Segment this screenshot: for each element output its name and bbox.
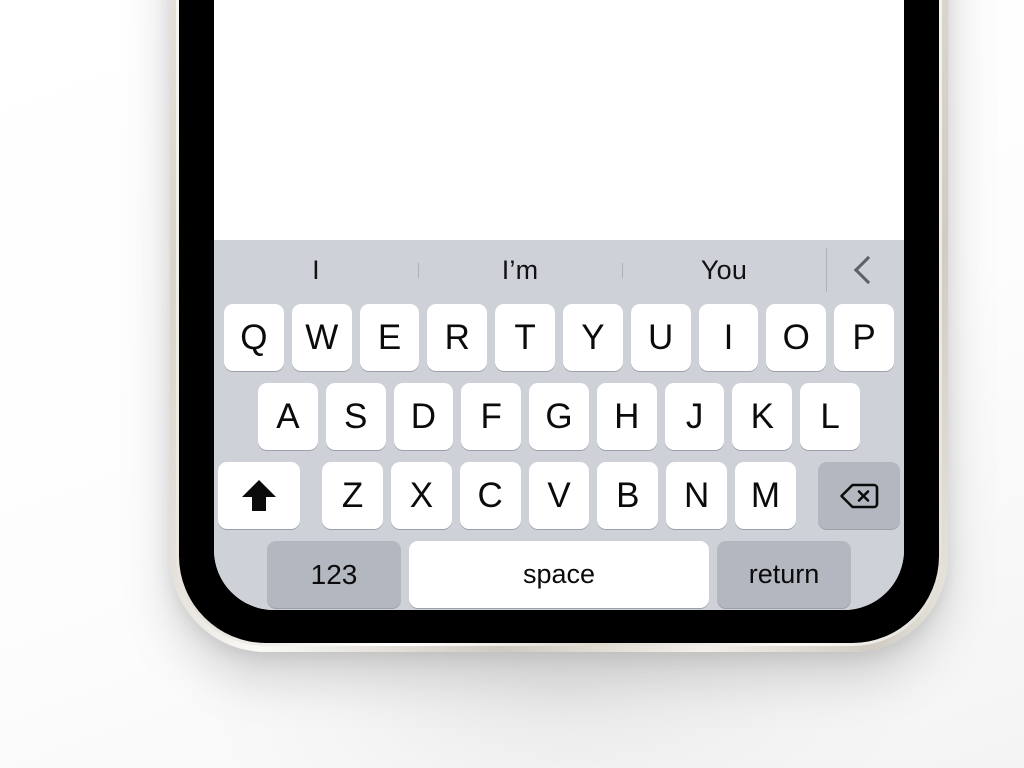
- keyboard-row-1: Q W E R T Y U I O P: [214, 304, 904, 371]
- key-x[interactable]: X: [390, 462, 452, 529]
- chevron-left-icon: [853, 255, 883, 285]
- key-o[interactable]: O: [766, 304, 827, 371]
- key-a[interactable]: A: [257, 383, 318, 450]
- key-h[interactable]: H: [596, 383, 657, 450]
- key-m[interactable]: M: [735, 462, 796, 529]
- return-key[interactable]: return: [717, 541, 851, 608]
- key-f[interactable]: F: [461, 383, 522, 450]
- key-n[interactable]: N: [666, 462, 728, 529]
- keyboard-row-2: A S D F G H J K L: [214, 383, 904, 450]
- key-e[interactable]: E: [359, 304, 420, 371]
- prediction-candidate-1[interactable]: I: [214, 255, 418, 286]
- key-i[interactable]: I: [698, 304, 759, 371]
- key-b[interactable]: B: [597, 462, 659, 529]
- collapse-predictions-button[interactable]: [826, 240, 904, 300]
- numeric-mode-key[interactable]: 123: [267, 541, 401, 608]
- key-s[interactable]: S: [325, 383, 386, 450]
- keyboard-utility-bar: [214, 608, 904, 610]
- key-g[interactable]: G: [529, 383, 589, 450]
- key-c[interactable]: C: [459, 462, 521, 529]
- shift-arrow-icon: [242, 479, 277, 512]
- device-bezel: I I’m You Q W E R T Y U I O P A S D F G …: [179, 0, 939, 643]
- device-screen: I I’m You Q W E R T Y U I O P A S D F G …: [214, 0, 904, 610]
- key-u[interactable]: U: [630, 304, 691, 371]
- backspace-key[interactable]: [817, 462, 900, 529]
- key-y[interactable]: Y: [563, 304, 623, 371]
- prediction-candidate-3[interactable]: You: [622, 255, 826, 286]
- key-p[interactable]: P: [834, 304, 894, 371]
- key-j[interactable]: J: [664, 383, 725, 450]
- prediction-candidate-2[interactable]: I’m: [418, 255, 622, 286]
- key-r[interactable]: R: [427, 304, 488, 371]
- shift-key[interactable]: [218, 462, 301, 529]
- key-q[interactable]: Q: [224, 304, 284, 371]
- onscreen-keyboard: I I’m You Q W E R T Y U I O P A S D F G …: [214, 240, 904, 610]
- prediction-bar: I I’m You: [214, 240, 904, 300]
- keyboard-row-3: Z X C V B N M: [214, 462, 904, 529]
- key-v[interactable]: V: [528, 462, 590, 529]
- key-w[interactable]: W: [291, 304, 352, 371]
- key-k[interactable]: K: [732, 383, 793, 450]
- space-key[interactable]: space: [409, 541, 709, 608]
- keyboard-row-4: 123 space return: [214, 541, 904, 608]
- key-t[interactable]: T: [495, 304, 555, 371]
- key-z[interactable]: Z: [322, 462, 383, 529]
- key-l[interactable]: L: [800, 383, 861, 450]
- key-d[interactable]: D: [393, 383, 454, 450]
- delete-left-icon: [839, 482, 879, 510]
- phone-device: I I’m You Q W E R T Y U I O P A S D F G …: [170, 0, 948, 652]
